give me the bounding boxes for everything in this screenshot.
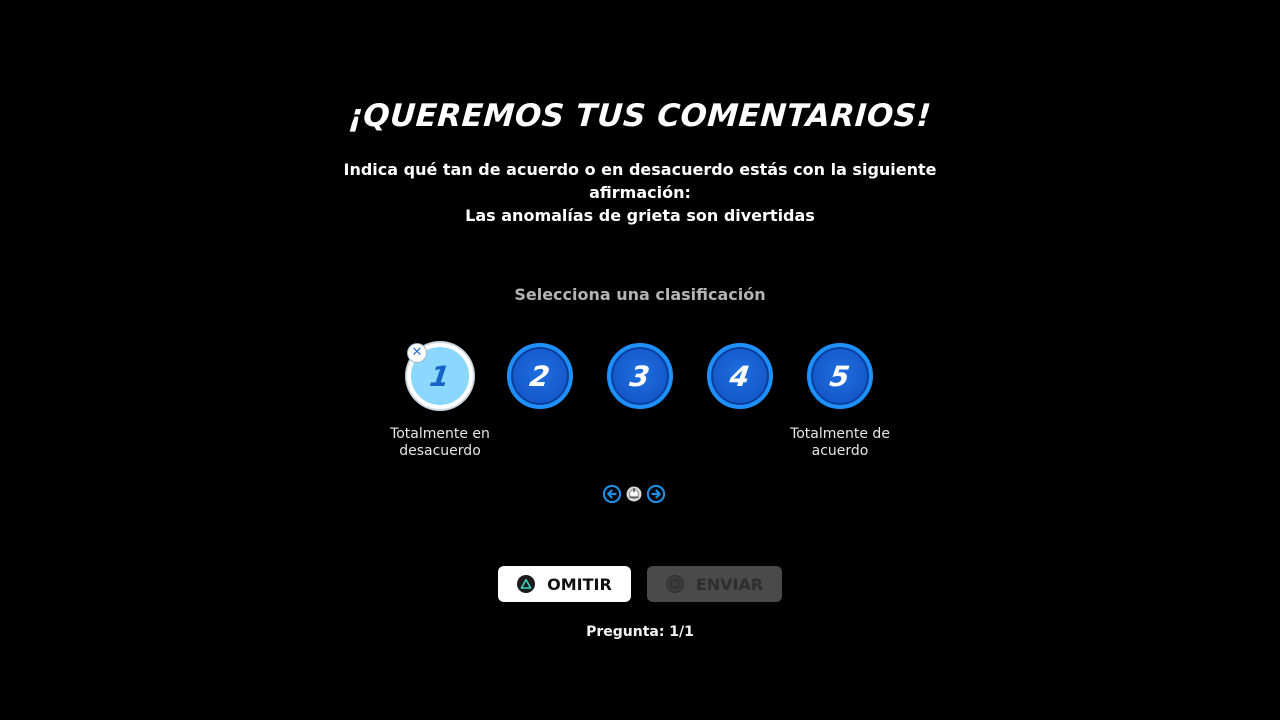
- left-stick-icon: [626, 486, 642, 502]
- send-button-label: ENVIAR: [695, 574, 764, 594]
- question-counter: Pregunta: 1/1: [586, 624, 694, 640]
- close-icon[interactable]: ✕: [408, 344, 426, 362]
- arrow-left-icon: [603, 485, 621, 503]
- page-title: ¡QUEREMOS TUS COMENTARIOS!: [347, 98, 933, 134]
- scale-low-label: Totalmente en desacuerdo: [390, 426, 490, 459]
- navigation-hint: [603, 484, 665, 504]
- rating-option-label: 3: [627, 359, 653, 393]
- question-prompt: Indica qué tan de acuerdo o en desacuerd…: [340, 158, 940, 227]
- square-button-icon: [665, 575, 684, 593]
- feedback-screen: ¡QUEREMOS TUS COMENTARIOS! Indica qué ta…: [0, 0, 1280, 720]
- scale-high-label: Totalmente de acuerdo: [790, 426, 890, 459]
- triangle-button-icon: [517, 575, 536, 593]
- rating-instruction: Selecciona una clasificación: [514, 285, 766, 304]
- question-statement: Las anomalías de grieta son divertidas: [465, 206, 815, 225]
- rating-option-4[interactable]: 4: [707, 343, 773, 409]
- rating-option-label: 1: [427, 359, 453, 393]
- question-instruction: Indica qué tan de acuerdo o en desacuerd…: [343, 160, 937, 202]
- send-button[interactable]: ENVIAR: [647, 566, 782, 602]
- rating-option-2[interactable]: 2: [507, 343, 573, 409]
- rating-option-label: 5: [827, 359, 853, 393]
- skip-button-label: OMITIR: [547, 574, 612, 594]
- arrow-right-icon: [647, 485, 665, 503]
- rating-option-label: 2: [527, 359, 553, 393]
- rating-option-label: 4: [727, 359, 753, 393]
- rating-option-5[interactable]: 5: [807, 343, 873, 409]
- skip-button[interactable]: OMITIR: [498, 566, 631, 602]
- rating-option-3[interactable]: 3: [607, 343, 673, 409]
